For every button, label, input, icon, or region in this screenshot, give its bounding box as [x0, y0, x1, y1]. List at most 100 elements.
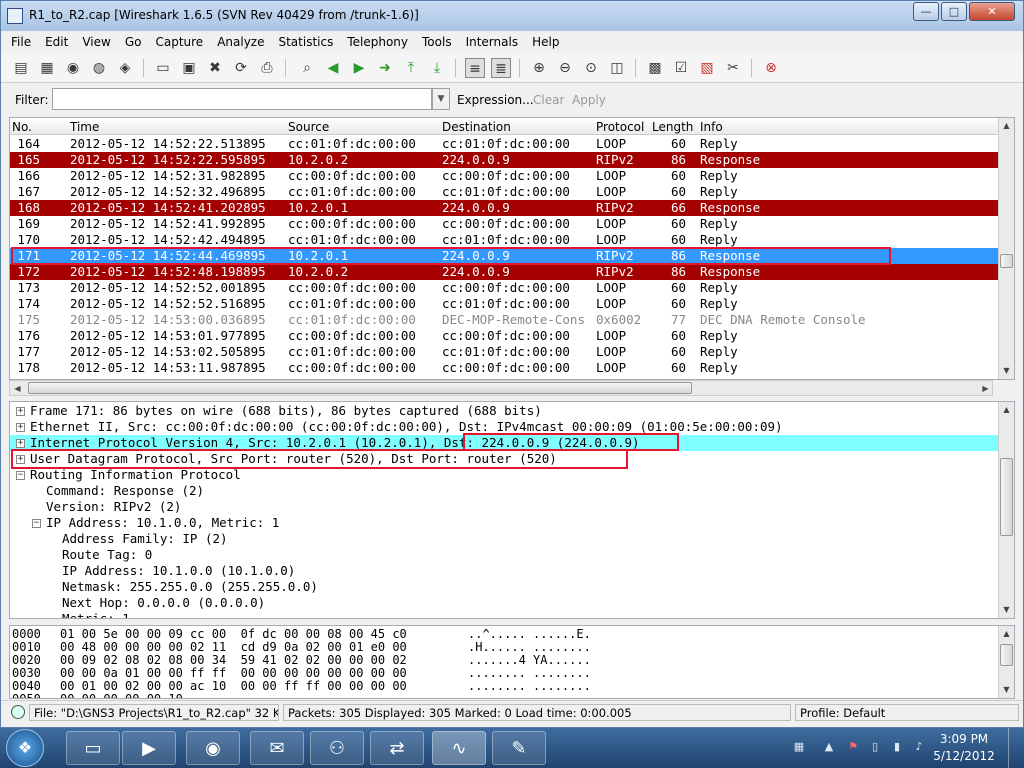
show-hidden-icons-icon[interactable]: ▲ — [822, 740, 836, 754]
colorize-icon[interactable]: ≡ — [465, 58, 485, 78]
notepad-taskbar-icon[interactable]: ✎ — [492, 731, 546, 765]
menu-capture[interactable]: Capture — [155, 35, 203, 49]
print-icon[interactable]: ⎙ — [257, 58, 277, 78]
capture-options-icon[interactable]: ▦ — [37, 58, 57, 78]
gns3-taskbar-icon[interactable]: ⚇ — [310, 731, 364, 765]
keyboard-tray-icon[interactable]: ▦ — [792, 740, 806, 754]
start-button[interactable]: ❖ — [6, 729, 44, 767]
status-profile[interactable]: Profile: Default — [795, 704, 1019, 721]
media-player-taskbar-icon[interactable]: ▶ — [122, 731, 176, 765]
detail-row[interactable]: Address Family: IP (2) — [10, 531, 1000, 547]
scroll-thumb[interactable] — [1000, 254, 1013, 268]
menu-help[interactable]: Help — [532, 35, 559, 49]
packet-row[interactable]: 177 2012-05-12 14:53:02.505895 cc:01:0f:dc… — [10, 344, 1000, 360]
packet-row[interactable]: 175 2012-05-12 14:53:00.036895 cc:01:0f:dc… — [10, 312, 1000, 328]
packet-row[interactable]: 168 2012-05-12 14:52:41.202895 10.2.0.1 224… — [10, 200, 1000, 216]
menu-go[interactable]: Go — [125, 35, 142, 49]
scroll-down-icon[interactable]: ▼ — [999, 363, 1014, 379]
bytes-scrollbar[interactable]: ▲ ▼ — [998, 626, 1014, 698]
detail-row[interactable]: Version: RIPv2 (2) — [10, 499, 1000, 515]
column-info[interactable]: Info — [700, 120, 723, 134]
packet-row[interactable]: 165 2012-05-12 14:52:22.595895 10.2.0.2 224… — [10, 152, 1000, 168]
menu-edit[interactable]: Edit — [45, 35, 68, 49]
details-scrollbar[interactable]: ▲ ▼ — [998, 402, 1014, 618]
collapse-icon[interactable]: − — [16, 471, 25, 480]
expand-icon[interactable]: + — [16, 439, 25, 448]
start-capture-icon[interactable]: ◉ — [63, 58, 83, 78]
find-packet-icon[interactable]: ⌕ — [297, 58, 317, 78]
interfaces-icon[interactable]: ▤ — [11, 58, 31, 78]
first-packet-icon[interactable]: ⤒ — [401, 58, 421, 78]
clock[interactable]: 3:09 PM 5/12/2012 — [930, 731, 998, 765]
packet-row[interactable]: 174 2012-05-12 14:52:52.516895 cc:01:0f:dc… — [10, 296, 1000, 312]
save-file-icon[interactable]: ▣ — [179, 58, 199, 78]
filter-dropdown-icon[interactable]: ▼ — [432, 88, 450, 110]
packet-row[interactable]: 164 2012-05-12 14:52:22.513895 cc:01:0f:dc… — [10, 136, 1000, 152]
network-tray-icon[interactable]: ▮ — [890, 740, 904, 754]
detail-row[interactable]: Route Tag: 0 — [10, 547, 1000, 563]
packet-row[interactable]: 166 2012-05-12 14:52:31.982895 cc:00:0f:dc… — [10, 168, 1000, 184]
packet-row[interactable]: 173 2012-05-12 14:52:52.001895 cc:00:0f:dc… — [10, 280, 1000, 296]
action-center-icon[interactable]: ⚑ — [846, 740, 860, 754]
packet-row[interactable]: 170 2012-05-12 14:52:42.494895 cc:01:0f:dc… — [10, 232, 1000, 248]
menu-analyze[interactable]: Analyze — [217, 35, 264, 49]
column-no[interactable]: No. — [12, 120, 32, 134]
restart-capture-icon[interactable]: ◈ — [115, 58, 135, 78]
scroll-right-icon[interactable]: ▶ — [978, 381, 993, 397]
detail-row[interactable]: IP Address: 10.1.0.0 (10.1.0.0) — [10, 563, 1000, 579]
detail-row[interactable]: Command: Response (2) — [10, 483, 1000, 499]
apply-button[interactable]: Apply — [572, 93, 606, 107]
normal-size-icon[interactable]: ⊙ — [581, 58, 601, 78]
volume-tray-icon[interactable]: ♪ — [912, 740, 926, 754]
scroll-thumb[interactable] — [1000, 458, 1013, 536]
menu-statistics[interactable]: Statistics — [278, 35, 333, 49]
help-icon[interactable]: ⊗ — [761, 58, 781, 78]
detail-row[interactable]: − Routing Information Protocol — [10, 467, 1000, 483]
menu-internals[interactable]: Internals — [466, 35, 519, 49]
detail-row[interactable]: Metric: 1 — [10, 611, 1000, 618]
open-file-icon[interactable]: ▭ — [153, 58, 173, 78]
capture-filters-icon[interactable]: ▩ — [645, 58, 665, 78]
packet-row[interactable]: 172 2012-05-12 14:52:48.198895 10.2.0.2 224… — [10, 264, 1000, 280]
scroll-left-icon[interactable]: ◀ — [10, 381, 25, 397]
last-packet-icon[interactable]: ⤓ — [427, 58, 447, 78]
scroll-up-icon[interactable]: ▲ — [999, 402, 1014, 418]
menu-view[interactable]: View — [82, 35, 110, 49]
go-forward-icon[interactable]: ▶ — [349, 58, 369, 78]
detail-row[interactable]: − IP Address: 10.1.0.0, Metric: 1 — [10, 515, 1000, 531]
hscroll-thumb[interactable] — [28, 382, 692, 394]
packet-list-scrollbar[interactable]: ▲ ▼ — [998, 118, 1014, 379]
clear-button[interactable]: Clear — [533, 93, 564, 107]
preferences-icon[interactable]: ✂ — [723, 58, 743, 78]
resize-columns-icon[interactable]: ◫ — [607, 58, 627, 78]
column-length[interactable]: Length — [652, 120, 693, 134]
title-bar[interactable]: R1_to_R2.cap [Wireshark 1.6.5 (SVN Rev 4… — [1, 1, 1023, 31]
expert-info-icon[interactable] — [11, 705, 25, 719]
column-destination[interactable]: Destination — [442, 120, 511, 134]
reload-icon[interactable]: ⟳ — [231, 58, 251, 78]
column-time[interactable]: Time — [70, 120, 99, 134]
scroll-down-icon[interactable]: ▼ — [999, 602, 1014, 618]
stop-capture-icon[interactable]: ◍ — [89, 58, 109, 78]
expand-icon[interactable]: + — [16, 423, 25, 432]
expand-icon[interactable]: + — [16, 407, 25, 416]
menu-telephony[interactable]: Telephony — [347, 35, 408, 49]
column-source[interactable]: Source — [288, 120, 329, 134]
network-taskbar-icon[interactable]: ⇄ — [370, 731, 424, 765]
firefox-taskbar-icon[interactable]: ◉ — [186, 731, 240, 765]
zoom-in-icon[interactable]: ⊕ — [529, 58, 549, 78]
packet-row[interactable]: 176 2012-05-12 14:53:01.977895 cc:00:0f:dc… — [10, 328, 1000, 344]
wireshark-taskbar-icon[interactable]: ∿ — [432, 731, 486, 765]
explorer-taskbar-icon[interactable]: ▭ — [66, 731, 120, 765]
coloring-rules-icon[interactable]: ▧ — [697, 58, 717, 78]
autoscroll-icon[interactable]: ≣ — [491, 58, 511, 78]
menu-tools[interactable]: Tools — [422, 35, 452, 49]
detail-row[interactable]: Netmask: 255.255.0.0 (255.255.0.0) — [10, 579, 1000, 595]
scroll-up-icon[interactable]: ▲ — [999, 118, 1014, 134]
filter-input[interactable] — [52, 88, 432, 110]
expression-button[interactable]: Expression... — [457, 93, 534, 107]
detail-row[interactable]: + Frame 171: 86 bytes on wire (688 bits),… — [10, 403, 1000, 419]
column-protocol[interactable]: Protocol — [596, 120, 644, 134]
scroll-up-icon[interactable]: ▲ — [999, 626, 1014, 642]
mail-taskbar-icon[interactable]: ✉ — [250, 731, 304, 765]
